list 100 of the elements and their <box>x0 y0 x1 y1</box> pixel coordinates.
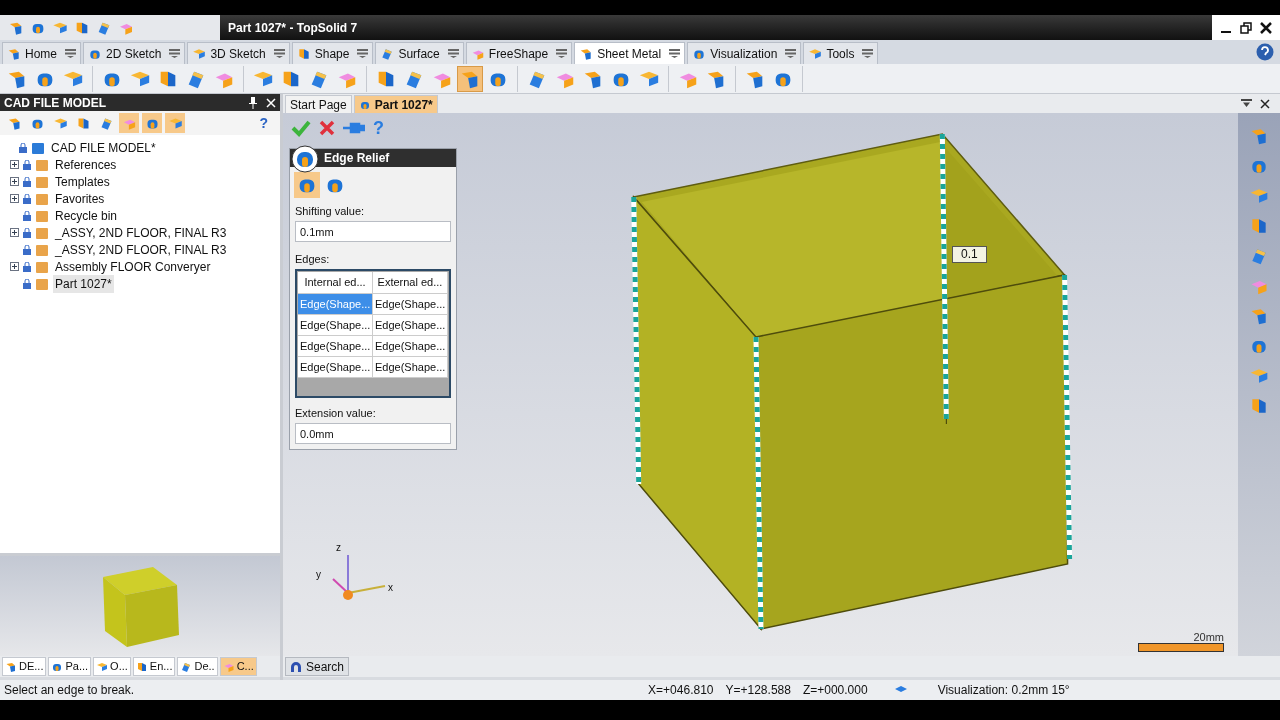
status-message: Select an edge to break. <box>4 682 135 699</box>
view-tool-icon <box>1249 306 1269 326</box>
lock-icon <box>23 176 31 187</box>
document-tab[interactable]: Start Page <box>285 95 352 113</box>
tool-button[interactable] <box>457 65 483 92</box>
tree-item[interactable]: CAD FILE MODEL* <box>49 138 158 157</box>
tree-item[interactable]: Assembly FLOOR Converyer <box>53 257 213 276</box>
folder-icon <box>35 259 49 274</box>
view-tool-icon <box>1249 396 1269 416</box>
tree-item[interactable]: References <box>53 155 119 174</box>
menu-icon <box>669 49 681 58</box>
axis-label: z <box>336 543 341 553</box>
ribbon-tab[interactable]: Tools <box>803 42 879 64</box>
panel-tab[interactable]: En... <box>132 657 176 676</box>
tree-item[interactable]: _ASSY, 2ND FLOOR, FINAL R3 <box>53 240 229 259</box>
expand-icon[interactable] <box>10 262 19 271</box>
expand-icon[interactable] <box>10 177 19 186</box>
z-coordinate: Z=+000.000 <box>802 682 868 699</box>
ribbon-tab[interactable]: Shape <box>291 42 374 64</box>
menu-icon <box>862 49 874 58</box>
ribbon-tab[interactable]: Surface <box>375 42 464 64</box>
tree-item[interactable]: Templates <box>53 172 112 191</box>
dimension-label: 0.1 <box>952 246 987 263</box>
tree-tool-button[interactable] <box>165 113 185 133</box>
folder-icon <box>35 276 49 291</box>
restore-icon[interactable] <box>1240 21 1252 34</box>
menu-icon <box>785 49 797 58</box>
visualization-status: Visualization: 0.2mm 15° <box>937 682 1070 699</box>
document-tab[interactable]: Part 1027* <box>353 95 438 113</box>
ribbon-tab[interactable]: 3D Sketch <box>187 42 290 64</box>
tab-icon <box>296 46 311 61</box>
tree-item[interactable]: _ASSY, 2ND FLOOR, FINAL R3 <box>53 223 229 242</box>
tree-item[interactable]: Favorites <box>53 189 107 208</box>
field-label: Edges: <box>295 252 331 266</box>
window-title: Part 1027* - TopSolid 7 <box>228 19 358 37</box>
panel-tab[interactable]: C... <box>219 657 257 676</box>
panel-title: Edge Relief <box>324 150 390 167</box>
tree-tool-button[interactable] <box>142 113 162 133</box>
expand-icon[interactable] <box>10 194 19 203</box>
axis-label: y <box>316 570 321 580</box>
ribbon-tab[interactable]: Visualization <box>687 42 802 64</box>
extension-value-field[interactable]: 0.0mm <box>295 423 451 444</box>
expand-icon[interactable] <box>10 228 19 237</box>
x-coordinate: X=+046.810 <box>648 682 714 699</box>
visualization-icon <box>893 685 908 695</box>
tab-icon <box>180 660 193 673</box>
folder-icon <box>35 242 49 257</box>
field-label: Extension value: <box>295 406 377 420</box>
ribbon-tab[interactable]: FreeShape <box>465 42 573 64</box>
mode-button[interactable] <box>294 172 320 198</box>
folder-icon <box>35 208 49 223</box>
close-icon[interactable] <box>1260 98 1270 109</box>
folder-icon <box>31 140 45 155</box>
scale-label: 20mm <box>1193 632 1224 643</box>
table-cell[interactable]: Edge(Shape... <box>373 357 448 378</box>
ribbon-tab[interactable]: Home <box>2 42 81 64</box>
lock-icon <box>23 193 31 204</box>
expand-icon[interactable] <box>10 160 19 169</box>
field-label: Shifting value: <box>295 204 366 218</box>
help-icon[interactable] <box>1256 43 1274 61</box>
lock-icon <box>23 261 31 272</box>
tab-icon <box>135 660 148 673</box>
search-tab[interactable]: Search <box>285 657 350 676</box>
panel-tab[interactable]: De.. <box>177 657 218 676</box>
ribbon-tab[interactable]: 2D Sketch <box>83 42 186 64</box>
tab-icon <box>5 660 17 673</box>
tab-icon <box>579 46 594 61</box>
close-icon[interactable] <box>1260 21 1272 34</box>
ribbon-tab[interactable]: Sheet Metal <box>574 42 686 64</box>
view-tool-icon <box>1249 126 1269 146</box>
panel-tab[interactable]: DE... <box>2 657 47 676</box>
panel-tab[interactable]: O... <box>93 657 131 676</box>
menu-icon <box>357 49 369 58</box>
menu-icon <box>556 49 568 58</box>
menu-icon <box>273 49 285 58</box>
magnet-icon <box>290 660 302 673</box>
lock-icon <box>23 159 31 170</box>
shifting-value-field[interactable]: 0.1mm <box>295 221 451 242</box>
panel-tab[interactable]: Pa... <box>48 657 92 676</box>
menu-icon <box>65 49 76 58</box>
lock-icon <box>23 278 31 289</box>
pin-icon[interactable] <box>248 96 258 109</box>
lock-icon <box>23 244 31 255</box>
help-link[interactable]: ? <box>259 112 268 134</box>
lock-icon <box>23 227 31 238</box>
cancel-icon[interactable] <box>319 120 335 136</box>
lock-icon <box>23 210 31 221</box>
menu-icon[interactable] <box>1241 99 1252 108</box>
axis-label: x <box>388 583 393 593</box>
folder-icon <box>35 191 49 206</box>
tree-item[interactable]: Recycle bin <box>53 206 120 225</box>
tab-icon <box>96 660 109 673</box>
menu-icon <box>447 49 459 58</box>
lock-icon <box>19 142 27 153</box>
folder-icon <box>35 157 49 172</box>
tab-icon <box>7 46 21 61</box>
tree-item[interactable]: Part 1027* <box>53 274 114 293</box>
panel-title: CAD FILE MODEL <box>4 94 106 112</box>
table-cell[interactable]: Edge(Shape... <box>298 357 373 378</box>
menu-icon <box>169 49 181 58</box>
